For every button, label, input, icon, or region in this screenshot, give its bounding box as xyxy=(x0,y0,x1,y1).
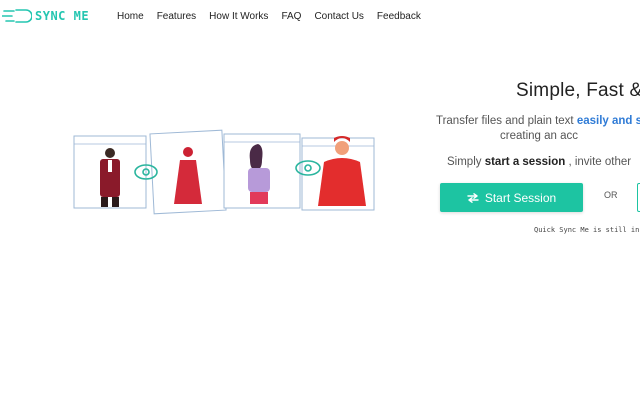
swap-arrows-icon xyxy=(467,192,479,203)
instr-bold: start a session xyxy=(484,156,566,168)
nav-link-how-it-works[interactable]: How It Works xyxy=(209,11,268,22)
or-separator: OR xyxy=(604,190,618,200)
brand-name: SYNC ME xyxy=(35,9,90,23)
speed-lines-icon xyxy=(2,9,32,23)
nav-link-faq[interactable]: FAQ xyxy=(281,11,301,22)
instr-suffix: , invite other xyxy=(565,156,632,168)
hero-desc-highlight: easily and s xyxy=(576,115,640,127)
hero-desc-line2: creating an acc xyxy=(500,130,578,142)
nav-links: Home Features How It Works FAQ Contact U… xyxy=(117,11,434,22)
hero-instructions: Simply start a session , invite other xyxy=(447,156,631,168)
nav-link-contact-us[interactable]: Contact Us xyxy=(314,11,363,22)
navbar: SYNC ME Home Features How It Works FAQ C… xyxy=(0,0,640,34)
nav-link-home[interactable]: Home xyxy=(117,11,144,22)
start-session-label: Start Session xyxy=(484,190,557,205)
start-session-button[interactable]: Start Session xyxy=(440,183,583,212)
instr-prefix: Simply xyxy=(447,156,485,168)
nav-link-features[interactable]: Features xyxy=(157,11,196,22)
hero-title: Simple, Fast & xyxy=(516,80,640,101)
hero-desc-prefix: Transfer files and plain text xyxy=(435,115,577,127)
nav-link-feedback[interactable]: Feedback xyxy=(377,11,421,22)
beta-note: Quick Sync Me is still in B xyxy=(534,226,640,234)
brand-logo[interactable]: SYNC ME xyxy=(2,6,89,26)
hero-illustration xyxy=(73,129,375,215)
hero-description: Transfer files and plain text easily and… xyxy=(424,114,640,144)
